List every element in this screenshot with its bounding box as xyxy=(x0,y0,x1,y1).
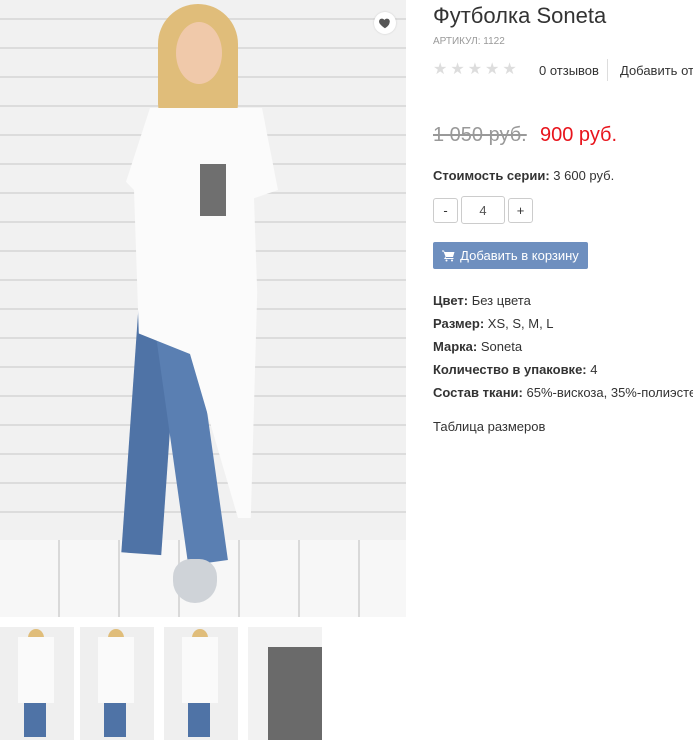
product-sku: АРТИКУЛ: 1122 xyxy=(433,36,505,47)
favorite-button[interactable] xyxy=(374,12,396,34)
reviews-count-link[interactable]: 0 отзывов xyxy=(539,63,599,78)
add-to-cart-button[interactable]: Добавить в корзину xyxy=(433,242,588,269)
series-cost: Стоимость серии: 3 600 руб. xyxy=(433,168,614,183)
property-value: Soneta xyxy=(480,339,523,354)
property-label: Размер: xyxy=(433,316,485,331)
property-brand: Марка: Soneta xyxy=(433,339,693,362)
heart-icon xyxy=(379,18,390,29)
property-label: Количество в упаковке: xyxy=(433,362,587,377)
quantity-stepper: - 4 + xyxy=(433,196,533,224)
star-icon: ★ xyxy=(467,61,483,78)
property-value: 4 xyxy=(590,362,598,377)
quantity-decrease-button[interactable]: - xyxy=(433,197,458,223)
thumbnail-2[interactable] xyxy=(80,627,154,740)
property-value: Без цвета xyxy=(471,293,531,308)
add-review-link[interactable]: Добавить отзыв xyxy=(620,63,693,78)
old-price: 1 050 руб. xyxy=(433,124,527,146)
cart-icon xyxy=(442,250,455,261)
property-fabric: Состав ткани: 65%-вискоза, 35%-полиэстер xyxy=(433,385,693,408)
star-icon: ★ xyxy=(450,61,465,78)
divider xyxy=(607,59,608,81)
quantity-input[interactable]: 4 xyxy=(461,196,505,224)
rating-stars[interactable]: ★ ★ ★ ★ ★ xyxy=(433,62,517,78)
model-figure xyxy=(118,4,278,614)
property-value: 65%-вискоза, 35%-полиэстер xyxy=(526,385,693,400)
property-label: Состав ткани: xyxy=(433,385,523,400)
quantity-increase-button[interactable]: + xyxy=(508,197,533,223)
property-size: Размер: XS, S, M, L xyxy=(433,316,693,339)
property-color: Цвет: Без цвета xyxy=(433,293,693,316)
add-to-cart-label: Добавить в корзину xyxy=(460,248,579,263)
product-title: Футболка Soneta xyxy=(433,3,607,28)
thumbnail-4[interactable] xyxy=(248,627,322,740)
thumbnail-3[interactable] xyxy=(164,627,238,740)
property-pack-quantity: Количество в упаковке: 4 xyxy=(433,362,693,385)
thumbnail-1[interactable] xyxy=(0,627,74,740)
product-main-image[interactable] xyxy=(0,0,406,617)
series-cost-label: Стоимость серии: xyxy=(433,168,550,183)
current-price: 900 руб. xyxy=(540,124,618,146)
star-icon: ★ xyxy=(433,61,448,78)
star-icon: ★ xyxy=(485,61,500,78)
property-value: XS, S, M, L xyxy=(487,316,554,331)
star-icon: ★ xyxy=(502,61,517,78)
series-cost-value: 3 600 руб. xyxy=(553,168,615,183)
property-label: Цвет: xyxy=(433,293,469,308)
property-label: Марка: xyxy=(433,339,478,354)
product-properties: Цвет: Без цвета Размер: XS, S, M, L Марк… xyxy=(433,293,693,408)
size-table-link[interactable]: Таблица размеров xyxy=(433,419,545,434)
